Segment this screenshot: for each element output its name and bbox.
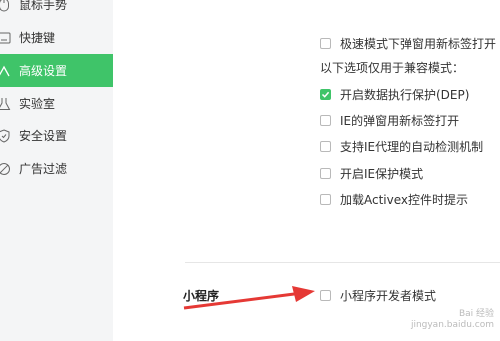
- option-mini-program-dev-mode[interactable]: 小程序开发者模式: [320, 286, 436, 304]
- sidebar-item-label: 广告过滤: [19, 162, 68, 176]
- checkbox[interactable]: [320, 167, 331, 179]
- compat-mode-note: 以下选项仅用于兼容模式：: [320, 61, 465, 75]
- sidebar-item-label: 鼠标手势: [19, 0, 68, 12]
- sidebar-item-advanced-settings[interactable]: 高级设置: [0, 54, 113, 87]
- option-label: 开启数据执行保护(DEP): [340, 87, 470, 102]
- block-icon: [0, 162, 11, 176]
- option-label: 小程序开发者模式: [340, 288, 437, 303]
- checkbox[interactable]: [320, 37, 331, 49]
- watermark-url: jingyan.baidu.com: [410, 320, 494, 330]
- option-ie-protected-mode[interactable]: 开启IE保护模式: [320, 164, 423, 182]
- option-label: 开启IE保护模式: [340, 166, 424, 181]
- sidebar-item-ad-filter[interactable]: 广告过滤: [0, 152, 113, 185]
- shield-icon: [0, 128, 11, 143]
- advanced-settings-icon: [0, 64, 11, 78]
- option-activex-prompt[interactable]: 加载Activex控件时提示: [320, 190, 468, 208]
- option-label: 加载Activex控件时提示: [340, 192, 469, 207]
- watermark: Bai 经验 jingyan.baidu.com: [411, 309, 494, 331]
- option-label: 支持IE代理的自动检测机制: [340, 139, 484, 154]
- watermark-line: Bai 经验: [458, 309, 494, 319]
- settings-sidebar: 鼠标手势 快捷键 高级设置 实验室 安全设置 广告过滤: [0, 0, 113, 341]
- sidebar-item-lab[interactable]: 实验室: [0, 87, 113, 120]
- sidebar-item-label: 快捷键: [19, 31, 56, 45]
- mouse-icon: [0, 0, 11, 12]
- option-label: 极速模式下弹窗用新标签打开: [340, 36, 497, 51]
- sidebar-item-label: 安全设置: [19, 129, 68, 143]
- checkbox[interactable]: [320, 193, 331, 205]
- sidebar-item-mouse-gestures[interactable]: 鼠标手势: [0, 0, 113, 21]
- option-ie-popup-new-tab[interactable]: IE的弹窗用新标签打开: [320, 111, 459, 129]
- section-divider: [185, 262, 500, 263]
- option-popup-new-tab-speed-mode[interactable]: 极速模式下弹窗用新标签打开: [320, 34, 496, 52]
- keyboard-icon: [0, 31, 11, 45]
- lab-flask-icon: [0, 97, 11, 111]
- option-label: IE的弹窗用新标签打开: [340, 113, 460, 128]
- checkbox[interactable]: [320, 114, 331, 126]
- option-dep[interactable]: 开启数据执行保护(DEP): [320, 85, 469, 103]
- red-arrow-annotation: [183, 286, 315, 310]
- sidebar-item-label: 高级设置: [19, 64, 68, 78]
- sidebar-item-security[interactable]: 安全设置: [0, 119, 113, 152]
- sidebar-item-label: 实验室: [19, 97, 56, 111]
- checkbox[interactable]: [320, 289, 331, 301]
- checkbox-checked[interactable]: [320, 88, 331, 100]
- option-ie-proxy-autodetect[interactable]: 支持IE代理的自动检测机制: [320, 137, 483, 155]
- checkmark-icon: [321, 91, 330, 98]
- sidebar-item-shortcuts[interactable]: 快捷键: [0, 21, 113, 54]
- checkbox[interactable]: [320, 140, 331, 152]
